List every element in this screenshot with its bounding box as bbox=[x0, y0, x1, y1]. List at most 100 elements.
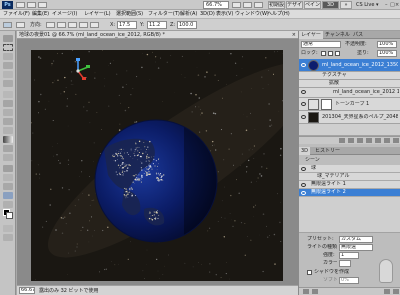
layer-row-texture-file[interactable]: ml_land_ocean_ice_2012 1350x675 bbox=[299, 88, 400, 98]
menu-window[interactable]: ウィンドウ(W) bbox=[235, 10, 269, 19]
object-pan-icon[interactable] bbox=[68, 22, 77, 28]
pen-tool-icon[interactable] bbox=[3, 165, 13, 172]
hand-tool-icon[interactable] bbox=[232, 2, 241, 8]
workspace-design-button[interactable]: デザイン bbox=[286, 1, 303, 9]
new-layer-icon[interactable] bbox=[384, 138, 390, 143]
tool-preset-icon[interactable] bbox=[16, 22, 25, 28]
tab-layers[interactable]: レイヤー bbox=[299, 31, 323, 39]
y-input[interactable]: 11.2 bbox=[147, 21, 167, 29]
screen-mode-icon[interactable] bbox=[3, 234, 13, 241]
clone-stamp-tool-icon[interactable] bbox=[3, 109, 13, 116]
close-app-button[interactable]: × bbox=[395, 1, 399, 9]
workspace-more-button[interactable]: » bbox=[340, 1, 352, 9]
zoom-tool-icon[interactable] bbox=[243, 2, 252, 8]
3d-earth-globe[interactable] bbox=[94, 119, 218, 243]
menu-filter[interactable]: フィルター(T) bbox=[148, 10, 180, 19]
cs-live-menu[interactable]: CS Live ▾ bbox=[356, 1, 384, 9]
quick-select-tool-icon[interactable] bbox=[3, 62, 13, 69]
visibility-eye-icon[interactable] bbox=[301, 191, 306, 195]
fill-input[interactable]: 100% bbox=[377, 50, 397, 57]
menu-help[interactable]: ヘルプ(H) bbox=[267, 10, 290, 19]
layer-row-earth-3d[interactable]: ml_land_ocean_ice_2012_1350x675 bbox=[299, 59, 400, 72]
new-group-icon[interactable] bbox=[375, 138, 381, 143]
new-light-icon[interactable] bbox=[384, 289, 390, 294]
brush-tool-icon[interactable] bbox=[3, 100, 13, 107]
visibility-eye-icon[interactable] bbox=[301, 102, 306, 106]
blend-mode-dropdown[interactable]: 通常 bbox=[301, 41, 341, 48]
visibility-eye-icon[interactable] bbox=[301, 63, 306, 67]
canvas[interactable] bbox=[31, 50, 283, 281]
layer-row-background-stars[interactable]: 201304_天界星系のペルプ_2048X1536 bbox=[299, 111, 400, 124]
menu-select[interactable]: 選択範囲(S) bbox=[116, 10, 143, 19]
zoom-level-dropdown[interactable]: 66.7% bbox=[203, 1, 229, 9]
menu-analysis[interactable]: 解析(A) bbox=[180, 10, 197, 19]
object-rotate-icon[interactable] bbox=[46, 22, 55, 28]
history-brush-tool-icon[interactable] bbox=[3, 118, 13, 125]
lock-position-checkbox[interactable] bbox=[335, 51, 340, 56]
scene-item-light-1[interactable]: 無限遠ライト 1 bbox=[299, 181, 400, 189]
layer-row-tone-curve[interactable]: トーンカーブ 1 bbox=[299, 98, 400, 111]
menu-image[interactable]: イメージ(I) bbox=[52, 10, 77, 19]
light-type-dropdown[interactable]: 無限遠 bbox=[339, 244, 373, 251]
layer-style-icon[interactable] bbox=[348, 138, 354, 143]
light-pan-icon[interactable] bbox=[312, 289, 318, 294]
object-scale-icon[interactable] bbox=[90, 22, 99, 28]
gradient-tool-icon[interactable] bbox=[3, 136, 13, 143]
z-input[interactable]: 100.0 bbox=[177, 21, 197, 29]
tab-channels[interactable]: チャンネル bbox=[323, 31, 352, 39]
visibility-eye-icon[interactable] bbox=[301, 183, 306, 187]
menu-view[interactable]: 表示(V) bbox=[216, 10, 233, 19]
tab-history[interactable]: ヒストリー bbox=[313, 147, 342, 155]
lasso-tool-icon[interactable] bbox=[3, 53, 13, 60]
tab-paths[interactable]: パス bbox=[351, 31, 365, 39]
layer-row-texture[interactable]: テクスチャ bbox=[299, 72, 400, 80]
workspace-3d-button[interactable]: 3D bbox=[322, 1, 339, 9]
3d-rotate-tool-icon[interactable] bbox=[3, 22, 12, 28]
scene-item-material[interactable]: 球_マテリアル bbox=[299, 173, 400, 181]
type-tool-icon[interactable] bbox=[3, 174, 13, 181]
minimize-button[interactable]: – bbox=[385, 1, 389, 9]
delete-light-icon[interactable] bbox=[393, 289, 399, 294]
minibridge-icon[interactable] bbox=[27, 2, 36, 8]
bridge-icon[interactable] bbox=[16, 2, 25, 8]
opacity-input[interactable]: 100% bbox=[377, 41, 397, 48]
workspace-painting-button[interactable]: ペイント bbox=[304, 1, 321, 9]
maximize-button[interactable]: □ bbox=[390, 1, 395, 9]
eraser-tool-icon[interactable] bbox=[3, 127, 13, 134]
layer-row-diffuse[interactable]: 拡散 bbox=[299, 80, 400, 88]
object-slide-icon[interactable] bbox=[79, 22, 88, 28]
create-shadow-checkbox[interactable] bbox=[307, 270, 312, 275]
background-color-swatch[interactable] bbox=[6, 212, 13, 219]
tab-3d[interactable]: 3D bbox=[299, 147, 311, 155]
crop-tool-icon[interactable] bbox=[3, 71, 13, 78]
hand-tool-icon[interactable] bbox=[3, 201, 13, 208]
scene-item-sphere[interactable]: 球 bbox=[299, 165, 400, 173]
link-layers-icon[interactable] bbox=[339, 138, 345, 143]
lock-transparent-checkbox[interactable] bbox=[321, 51, 326, 56]
adjustment-layer-icon[interactable] bbox=[366, 138, 372, 143]
menu-3d[interactable]: 3D(D) bbox=[200, 10, 215, 19]
healing-brush-tool-icon[interactable] bbox=[3, 91, 13, 98]
menu-file[interactable]: ファイル(F) bbox=[3, 10, 30, 19]
quick-mask-icon[interactable] bbox=[3, 225, 13, 232]
visibility-eye-icon[interactable] bbox=[301, 90, 306, 94]
view-extras-icon[interactable] bbox=[38, 2, 47, 8]
dodge-tool-icon[interactable] bbox=[3, 154, 13, 161]
softness-input[interactable]: 0% bbox=[339, 277, 359, 284]
move-tool-icon[interactable] bbox=[3, 35, 13, 42]
document-tab[interactable]: 地球の夜景01 @ 66.7% (ml_land_ocean_ice_2012,… bbox=[17, 31, 298, 39]
marquee-tool-icon[interactable] bbox=[3, 44, 13, 51]
close-document-button[interactable]: × bbox=[292, 31, 296, 39]
workspace-essentials-button[interactable]: 初期設定 bbox=[268, 1, 285, 9]
zoom-percentage-field[interactable]: 66.67% bbox=[19, 287, 35, 294]
add-mask-icon[interactable] bbox=[357, 138, 363, 143]
blur-tool-icon[interactable] bbox=[3, 145, 13, 152]
3d-axis-widget[interactable] bbox=[66, 57, 92, 83]
menu-edit[interactable]: 編集(E) bbox=[32, 10, 49, 19]
x-input[interactable]: 17.5 bbox=[117, 21, 137, 29]
light-color-swatch[interactable] bbox=[339, 260, 351, 267]
light-rotate-icon[interactable] bbox=[303, 289, 309, 294]
path-select-tool-icon[interactable] bbox=[3, 183, 13, 190]
lock-pixels-checkbox[interactable] bbox=[328, 51, 333, 56]
intensity-input[interactable]: 1 bbox=[339, 252, 359, 259]
